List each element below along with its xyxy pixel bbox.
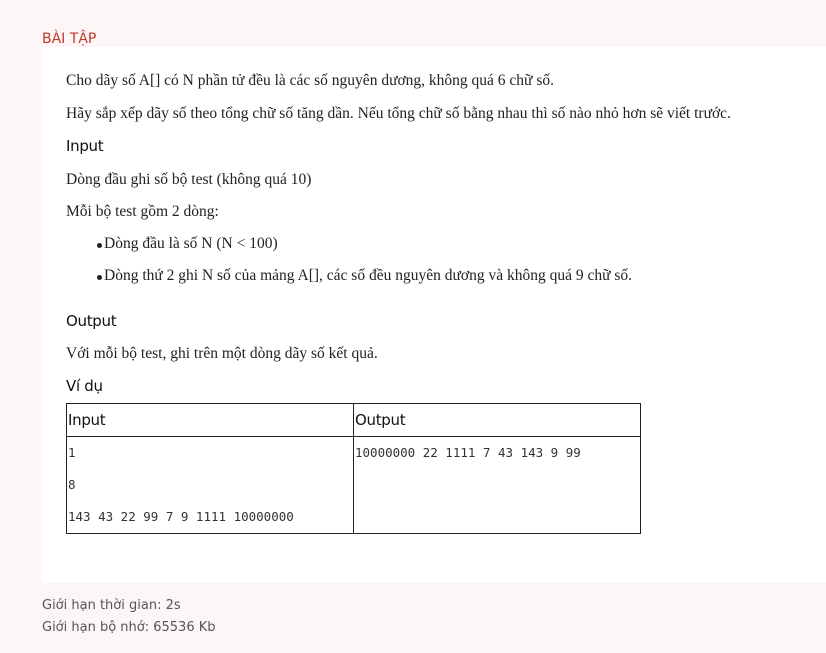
example-input-line-1: 1 — [68, 445, 76, 460]
example-output-header: Output — [353, 403, 641, 437]
description-line-1: Cho dãy số A[] có N phần tử đều là các s… — [66, 72, 554, 89]
input-line-2: Mỗi bộ test gồm 2 dòng: — [66, 203, 219, 220]
example-heading: Ví dụ — [66, 377, 103, 395]
input-line-1: Dòng đầu ghi số bộ test (không quá 10) — [66, 171, 312, 188]
input-bullet-2: Dòng thứ 2 ghi N số của mảng A[], các số… — [96, 267, 633, 284]
example-input-cell: 1 8 143 43 22 99 7 9 1111 10000000 — [66, 436, 354, 534]
input-bullet-1: Dòng đầu là số N (N < 100) — [97, 235, 278, 252]
output-heading: Output — [66, 312, 117, 330]
example-output-line-1: 10000000 22 1111 7 43 143 9 99 — [355, 445, 581, 460]
example-input-header: Input — [66, 403, 354, 437]
section-title: BÀI TẬP — [42, 31, 97, 47]
description-line-2: Hãy sắp xếp dãy số theo tổng chữ số tăng… — [66, 105, 731, 122]
example-table: Input Output 1 8 143 43 22 99 7 9 1111 1… — [66, 403, 641, 534]
example-input-line-3: 143 43 22 99 7 9 1111 10000000 — [68, 509, 294, 524]
problem-card: Cho dãy số A[] có N phần tử đều là các s… — [42, 47, 826, 583]
input-heading: Input — [66, 137, 104, 155]
example-output-cell: 10000000 22 1111 7 43 143 9 99 — [353, 436, 641, 534]
time-limit: Giới hạn thời gian: 2s — [42, 598, 181, 613]
output-line: Với mỗi bộ test, ghi trên một dòng dãy s… — [66, 345, 378, 362]
example-input-line-2: 8 — [68, 477, 76, 492]
memory-limit: Giới hạn bộ nhớ: 65536 Kb — [42, 620, 216, 635]
